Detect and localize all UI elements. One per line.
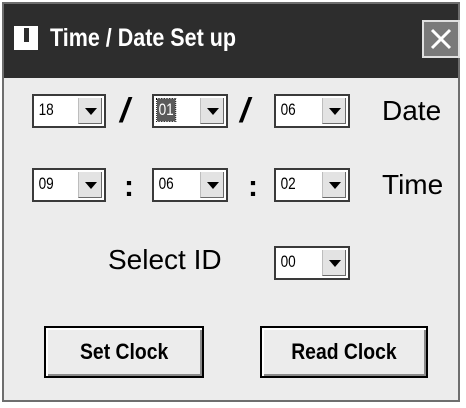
time-label: Time — [382, 169, 444, 200]
time-separator: : — [248, 170, 258, 203]
minute-value: 06 — [158, 174, 174, 193]
chevron-down-icon[interactable] — [322, 250, 346, 276]
set-clock-label: Set Clock — [79, 339, 169, 364]
select-id-label: Select ID — [108, 244, 222, 275]
title-bar[interactable]: Time / Date Set up — [4, 4, 460, 78]
close-button[interactable] — [422, 20, 460, 58]
year-select[interactable]: 06 — [274, 94, 350, 128]
second-value: 02 — [280, 174, 296, 193]
hour-select[interactable]: 09 — [32, 168, 106, 202]
month-value: 01 — [156, 98, 177, 122]
year-value: 06 — [280, 100, 296, 119]
close-icon — [430, 28, 452, 50]
time-separator: : — [124, 170, 134, 203]
minute-select[interactable]: 06 — [152, 168, 228, 202]
chevron-down-icon[interactable] — [200, 98, 224, 124]
chevron-down-icon[interactable] — [322, 172, 346, 198]
app-icon — [14, 26, 38, 50]
read-clock-label: Read Clock — [291, 339, 397, 364]
select-id-value: 00 — [280, 252, 296, 271]
date-separator: / — [120, 92, 130, 130]
date-label: Date — [382, 95, 442, 126]
select-id-select[interactable]: 00 — [274, 246, 350, 280]
set-clock-button[interactable]: Set Clock — [44, 326, 204, 378]
chevron-down-icon[interactable] — [200, 172, 224, 198]
read-clock-button[interactable]: Read Clock — [260, 326, 428, 378]
chevron-down-icon[interactable] — [322, 98, 346, 124]
month-select[interactable]: 01 — [152, 94, 228, 128]
date-separator: / — [240, 92, 250, 130]
chevron-down-icon[interactable] — [78, 172, 102, 198]
time-date-dialog: Time / Date Set up 18 / 01 / 06 Date 09 … — [2, 2, 460, 402]
day-value: 18 — [38, 100, 54, 119]
second-select[interactable]: 02 — [274, 168, 350, 202]
hour-value: 09 — [38, 174, 54, 193]
window-title: Time / Date Set up — [50, 24, 236, 52]
day-select[interactable]: 18 — [32, 94, 106, 128]
chevron-down-icon[interactable] — [78, 98, 102, 124]
